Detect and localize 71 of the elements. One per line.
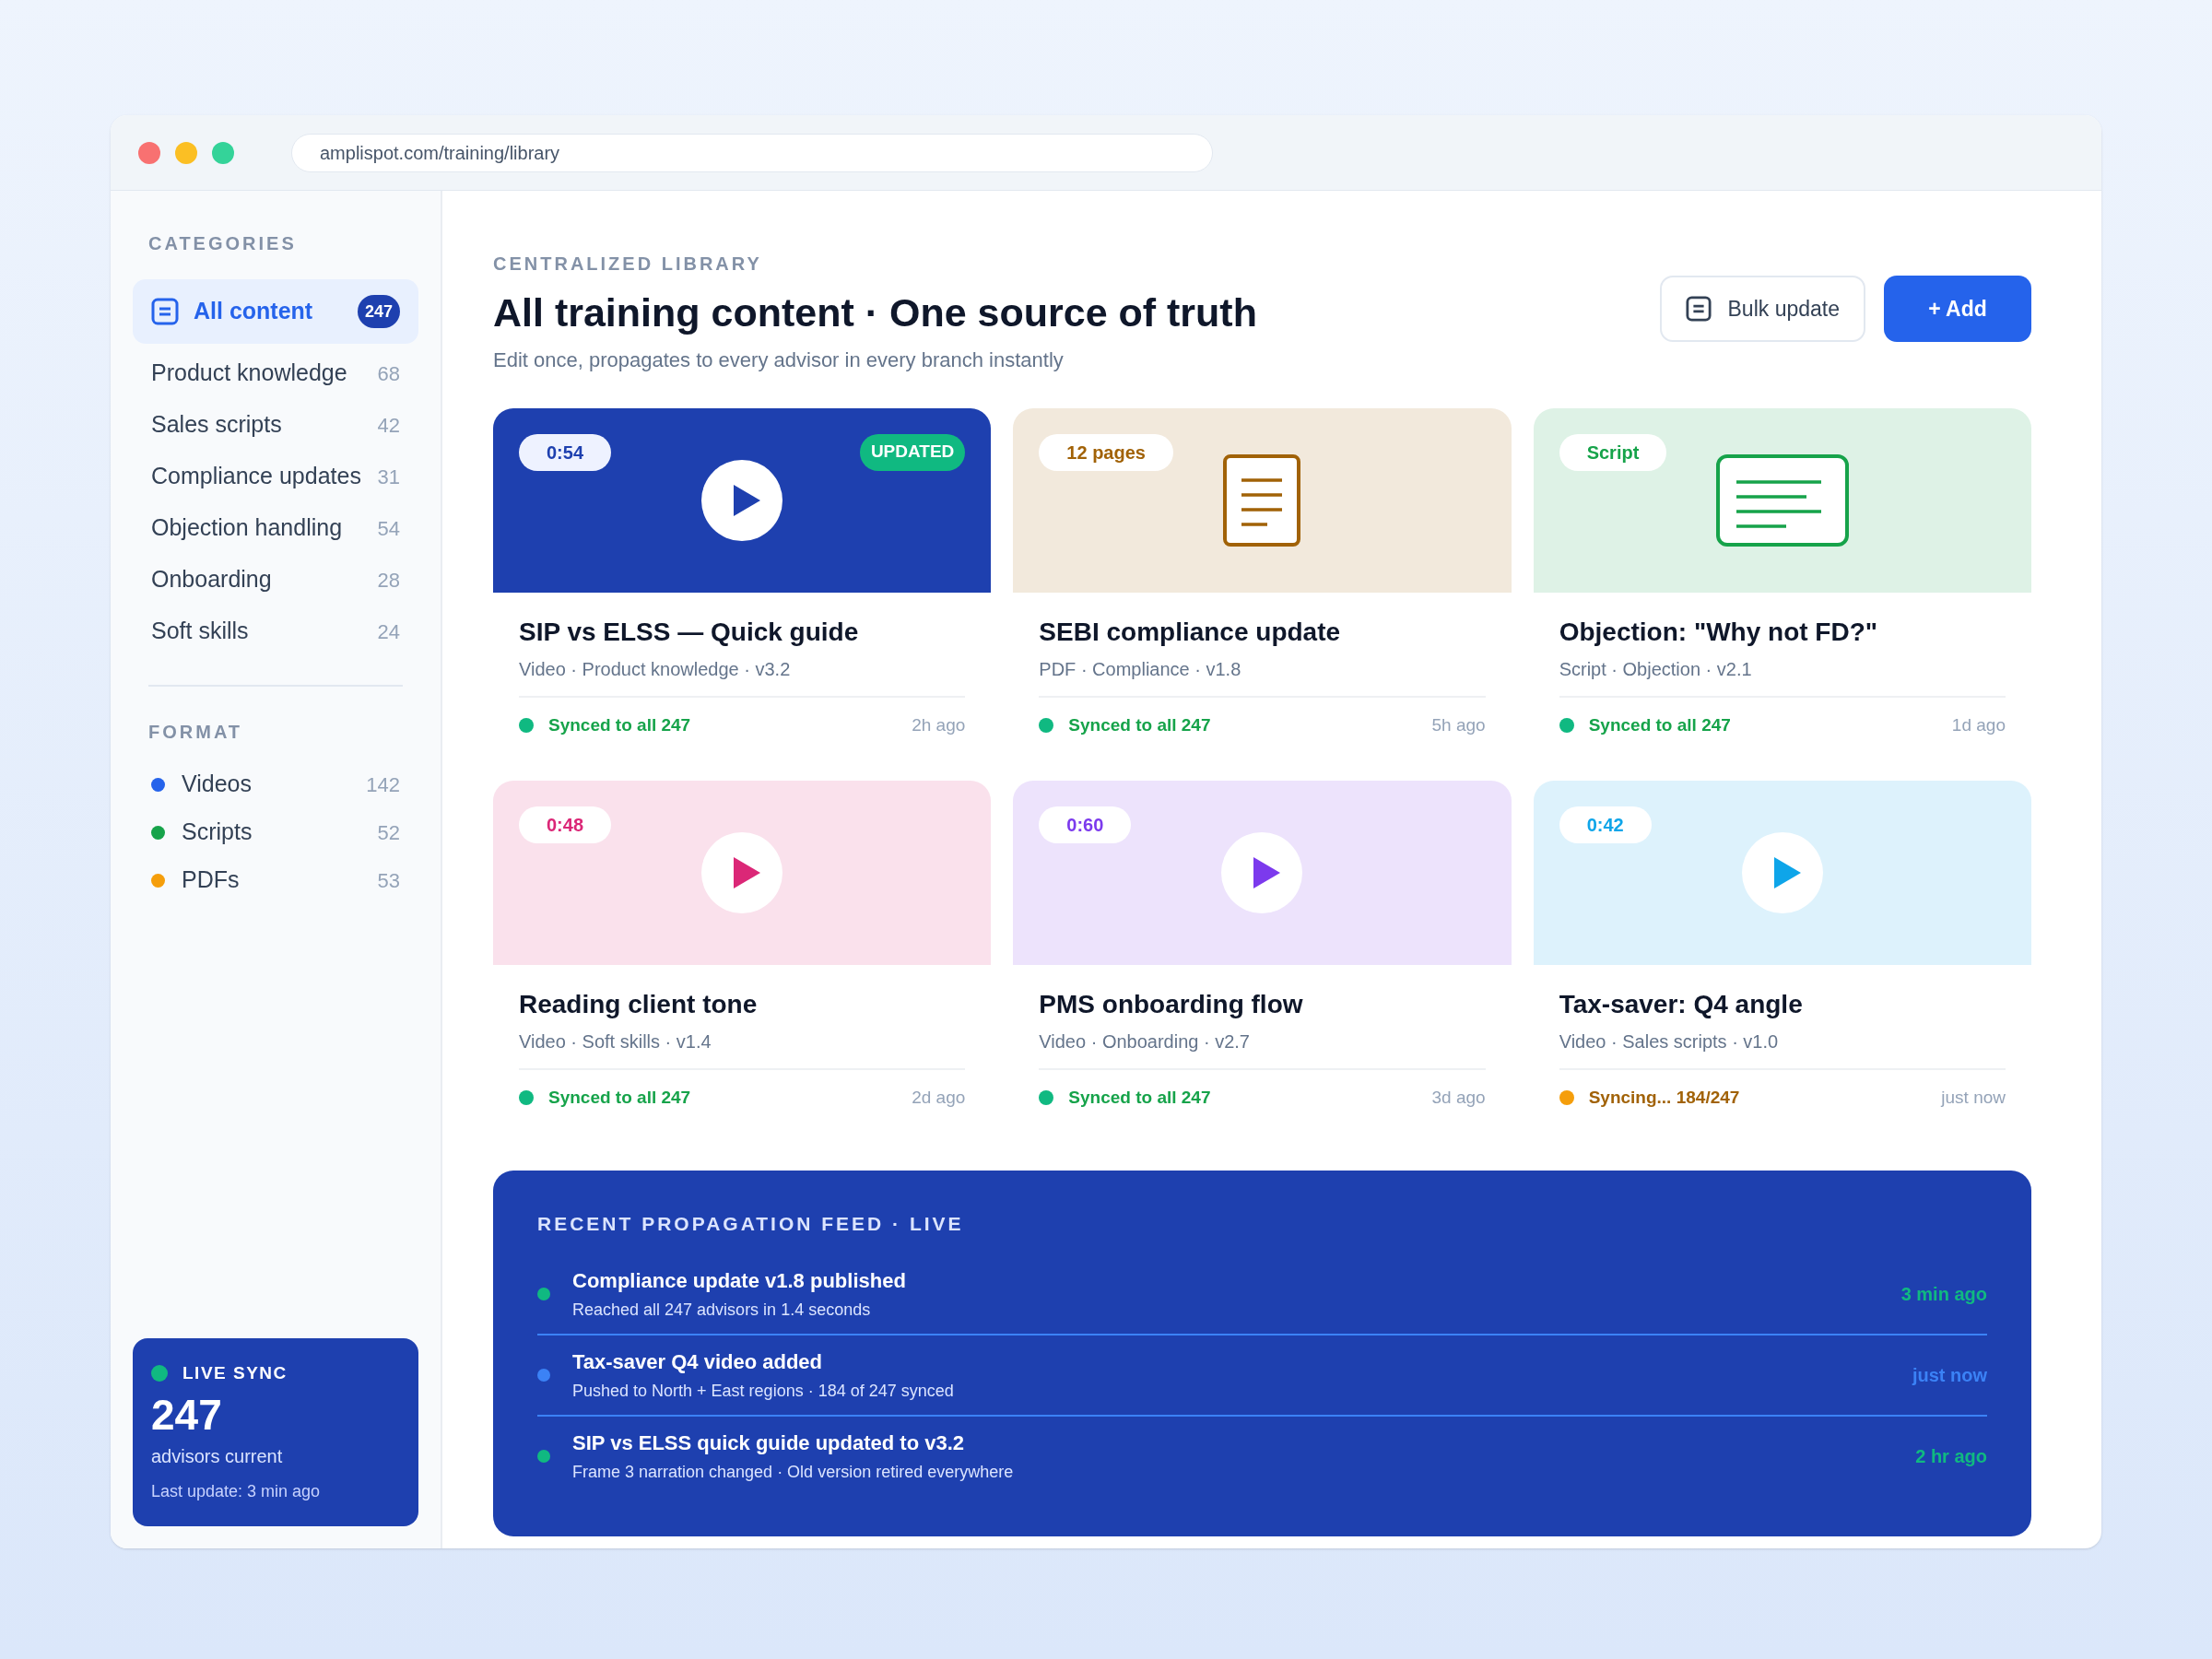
count-caption: advisors current xyxy=(151,1445,284,1468)
category-item[interactable]: Product knowledge 68 xyxy=(133,351,418,395)
page-title: All training content · One source of truth xyxy=(493,289,1257,336)
feed-time: 2 hr ago xyxy=(1915,1445,1987,1468)
card-title: PMS onboarding flow xyxy=(1039,989,1304,1020)
card-meta: Video · Product knowledge · v3.2 xyxy=(519,657,792,681)
document-icon xyxy=(1223,453,1301,547)
feed-title: Compliance update v1.8 published xyxy=(572,1268,906,1294)
duration-tag: 0:48 xyxy=(519,806,612,843)
duration-tag: 0:60 xyxy=(1039,806,1132,843)
list-icon xyxy=(151,298,179,325)
format-item[interactable]: Videos 142 xyxy=(133,762,418,806)
feed-detail: Pushed to North + East regions · 184 of 247 synced xyxy=(572,1381,954,1402)
section-heading: FORMAT xyxy=(147,721,244,744)
duration-tag: 0:42 xyxy=(1559,806,1652,843)
bulk-update-button[interactable]: Bulk update xyxy=(1659,276,1865,342)
card-meta: Script · Objection · v2.1 xyxy=(1559,657,1753,681)
feed-title: SIP vs ELSS quick guide updated to v3.2 xyxy=(572,1430,966,1456)
feed-detail: Frame 3 narration changed · Old version retired everywhere xyxy=(572,1462,1014,1483)
play-icon[interactable] xyxy=(1221,832,1303,913)
card-meta: Video · Sales scripts · v1.0 xyxy=(1559,1030,1780,1053)
format-item[interactable]: PDFs 53 xyxy=(133,858,418,902)
address-bar[interactable]: amplispot.com/training/library xyxy=(291,133,1213,172)
card-title: Tax-saver: Q4 angle xyxy=(1559,989,1804,1020)
updated-time: just now xyxy=(1941,1087,2006,1109)
feed-time: just now xyxy=(1912,1364,1987,1387)
list-icon xyxy=(1685,296,1712,322)
script-icon xyxy=(1715,453,1849,547)
sync-status: Synced to all 247 xyxy=(1068,1087,1211,1109)
add-button[interactable]: + Add xyxy=(1884,276,2031,342)
play-icon[interactable] xyxy=(701,832,783,913)
updated-time: 5h ago xyxy=(1431,713,1486,736)
category-item[interactable]: Sales scripts 42 xyxy=(133,403,418,447)
category-item[interactable]: Compliance updates 31 xyxy=(133,454,418,499)
sync-status: Synced to all 247 xyxy=(548,1087,691,1109)
format-item[interactable]: Scripts 52 xyxy=(133,810,418,854)
duration-tag: Script xyxy=(1559,433,1667,471)
eyebrow-label: CENTRALIZED LIBRARY xyxy=(493,253,763,276)
feed-detail: Reached all 247 advisors in 1.4 seconds xyxy=(572,1300,872,1321)
category-item[interactable]: All content 247 xyxy=(133,279,418,344)
card-meta: Video · Onboarding · v2.7 xyxy=(1039,1030,1251,1053)
sync-status: Synced to all 247 xyxy=(1068,713,1211,736)
sync-status: Syncing... 184/247 xyxy=(1588,1087,1740,1109)
updated-time: 3d ago xyxy=(1431,1087,1486,1109)
feed-time: 3 min ago xyxy=(1900,1283,1987,1306)
card-title: Reading client tone xyxy=(519,989,759,1020)
category-item[interactable]: Soft skills 24 xyxy=(133,609,418,653)
count-badge: 247 xyxy=(357,295,400,328)
card-title: SEBI compliance update xyxy=(1039,616,1342,648)
feed-heading: RECENT PROPAGATION FEED · LIVE xyxy=(537,1211,965,1236)
updated-time: 2h ago xyxy=(912,713,966,736)
card-title: Objection: "Why not FD?" xyxy=(1559,616,1879,648)
last-update: Last update: 3 min ago xyxy=(151,1481,322,1502)
duration-tag: 12 pages xyxy=(1039,433,1173,471)
sync-status: Synced to all 247 xyxy=(548,713,691,736)
updated-time: 2d ago xyxy=(912,1087,966,1109)
sync-status: Synced to all 247 xyxy=(1588,713,1731,736)
category-item[interactable]: Objection handling 54 xyxy=(133,506,418,550)
card-meta: Video · Soft skills · v1.4 xyxy=(519,1030,712,1053)
feed-title: Tax-saver Q4 video added xyxy=(572,1349,824,1375)
play-icon[interactable] xyxy=(701,459,783,541)
section-heading: CATEGORIES xyxy=(147,232,298,255)
advisor-count: 247 xyxy=(151,1392,223,1439)
updated-badge: UPDATED xyxy=(859,433,966,471)
category-item[interactable]: Onboarding 28 xyxy=(133,558,418,602)
card-meta: PDF · Compliance · v1.8 xyxy=(1039,657,1242,681)
duration-tag: 0:54 xyxy=(519,433,612,471)
live-sync-label: LIVE SYNC xyxy=(182,1361,288,1384)
updated-time: 1d ago xyxy=(1951,713,2006,736)
page-subtitle: Edit once, propagates to every advisor in every branch instantly xyxy=(493,347,1065,373)
card-title: SIP vs ELSS — Quick guide xyxy=(519,616,860,648)
